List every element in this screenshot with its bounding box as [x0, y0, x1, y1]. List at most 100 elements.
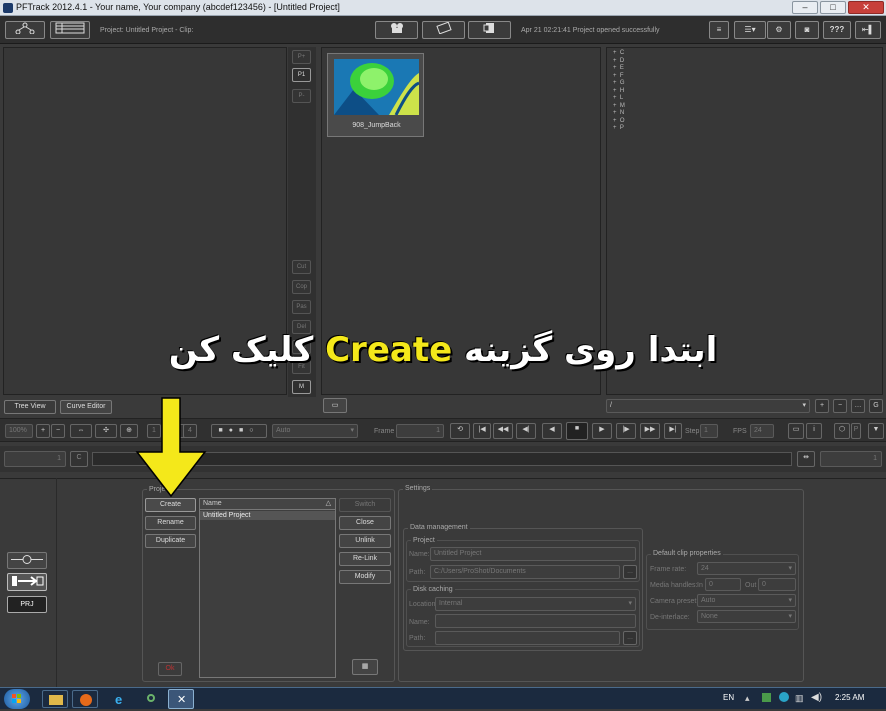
step-back-button[interactable]: ◀| [516, 423, 536, 439]
clock[interactable]: 2:25 AM [835, 693, 864, 702]
timeline-c-button[interactable]: C [70, 451, 88, 467]
rename-button[interactable]: Rename [145, 516, 196, 530]
clip-list-button[interactable] [50, 21, 90, 39]
film-button[interactable] [422, 21, 465, 39]
duplicate-button[interactable]: Duplicate [145, 534, 196, 548]
project-list[interactable]: Name △ Untitled Project [199, 498, 336, 678]
display-button[interactable]: ▭ [788, 423, 804, 439]
list-item[interactable]: + F [613, 73, 625, 81]
persp-button[interactable]: P [851, 423, 861, 439]
camera-preset-dropdown[interactable]: Auto ▾ [697, 594, 796, 607]
taskbar-explorer[interactable] [42, 690, 68, 708]
camera-button[interactable] [375, 21, 418, 39]
zoom-in-button[interactable]: + [36, 424, 50, 438]
tab-curve-editor[interactable]: Curve Editor [60, 400, 112, 414]
timeline-end-field[interactable]: 1 [820, 451, 882, 467]
modify-button[interactable]: Modify [339, 570, 391, 584]
frame-field[interactable]: 1 [396, 424, 444, 438]
project-icon-button[interactable]: PRJ [7, 596, 47, 613]
project-path-field[interactable]: C:/Users/ProShot/Documents [430, 565, 620, 579]
channel-selector[interactable]: ■●■○ [211, 424, 267, 438]
list-item[interactable]: + H [613, 88, 625, 96]
browse-cache-button[interactable]: ... [623, 631, 637, 645]
cache-name-field[interactable] [435, 614, 636, 628]
deinterlace-dropdown[interactable]: None ▾ [697, 610, 796, 623]
volume-icon[interactable]: ◀) [811, 692, 822, 703]
location-dropdown[interactable]: Internal ▾ [435, 597, 636, 611]
list-item[interactable]: + N [613, 110, 625, 118]
info-button[interactable]: i [806, 423, 822, 439]
relink-button[interactable]: Re-Link [339, 552, 391, 566]
start-button[interactable] [4, 689, 30, 709]
project-name-field[interactable]: Untitled Project [430, 547, 636, 561]
list-item[interactable]: + O [613, 118, 625, 126]
path-dropdown[interactable]: / ▾ [606, 399, 810, 413]
cache-path-field[interactable] [435, 631, 620, 645]
stop-button[interactable]: ■ [566, 422, 588, 440]
maximize-button[interactable]: □ [820, 1, 846, 14]
close-project-button[interactable]: Close [339, 516, 391, 530]
taskbar-firefox[interactable] [72, 690, 98, 708]
copy-button[interactable]: Cop [292, 280, 311, 294]
language-indicator[interactable]: EN [723, 693, 734, 702]
fit-view-button[interactable]: ⇔ [70, 424, 92, 438]
create-button[interactable]: Create [145, 498, 196, 512]
list-item[interactable]: + P [613, 125, 625, 133]
tray-app-icon[interactable] [779, 692, 789, 702]
network-icon[interactable]: ▥ [795, 693, 804, 704]
page-add-button[interactable]: P+ [292, 50, 311, 64]
frame-rate-dropdown[interactable]: 24 ▾ [697, 562, 796, 575]
more-button[interactable]: … [851, 399, 865, 413]
list-item[interactable]: + M [613, 103, 625, 111]
rewind-button[interactable]: ◀◀ [493, 423, 513, 439]
close-window-button[interactable]: ✕ [848, 1, 884, 14]
global-button[interactable]: G [869, 399, 883, 413]
unlink-button[interactable]: Unlink [339, 534, 391, 548]
settings-button[interactable]: ⚙ [767, 21, 791, 39]
zoom-field[interactable]: 100% [5, 424, 33, 438]
project-list-header[interactable]: Name △ [200, 499, 335, 510]
minimize-button[interactable]: – [792, 1, 818, 14]
timeline-fit-button[interactable]: ⇹ [797, 451, 815, 467]
taskbar-pftrack[interactable]: ✕ [168, 689, 194, 709]
paste-button[interactable]: Pas [292, 300, 311, 314]
fps-field[interactable]: 24 [750, 424, 774, 438]
cut-button[interactable]: Cut [292, 260, 311, 274]
exit-button[interactable]: ⇤▌ [855, 21, 881, 39]
help-button[interactable]: ??? [823, 21, 851, 39]
mode-dropdown[interactable]: Auto ▾ [272, 424, 358, 438]
loop-button[interactable]: ⟲ [450, 423, 470, 439]
tray-flag-icon[interactable] [762, 693, 771, 702]
menu-button[interactable]: M [292, 380, 311, 394]
taskbar-ie[interactable]: e [108, 690, 134, 708]
page-remove-button[interactable]: P- [292, 89, 311, 103]
add-button[interactable]: + [815, 399, 829, 413]
cube-button[interactable]: ⬡ [834, 423, 850, 439]
collapse-button[interactable]: ▼ [868, 423, 884, 439]
play-button[interactable]: ▶ [592, 423, 612, 439]
step-forward-button[interactable]: |▶ [616, 423, 636, 439]
timeline-start-field[interactable]: 1 [4, 451, 66, 467]
clip-thumbnail-card[interactable]: 908_JumpBack [327, 53, 424, 137]
list-item[interactable]: + C [613, 50, 625, 58]
export-button[interactable] [468, 21, 511, 39]
taskbar-app[interactable] [138, 690, 164, 708]
node-tree-button[interactable] [5, 21, 45, 39]
layout-button[interactable]: ☰▾ [734, 21, 766, 39]
in-field[interactable]: 0 [705, 578, 741, 591]
tray-arrow-icon[interactable]: ▴ [745, 693, 750, 704]
list-item[interactable]: + L [613, 95, 625, 103]
list-item[interactable]: + G [613, 80, 625, 88]
out-field[interactable]: 0 [758, 578, 796, 591]
browse-path-button[interactable]: ... [623, 565, 637, 579]
export-mode-button[interactable] [7, 573, 47, 591]
track-mode-button[interactable] [7, 552, 47, 569]
go-start-button[interactable]: |◀ [473, 423, 491, 439]
switch-button[interactable]: Switch [339, 498, 391, 512]
tab-tree-view[interactable]: Tree View [4, 400, 56, 414]
go-end-button[interactable]: ▶| [664, 423, 682, 439]
zoom-out-button[interactable]: − [51, 424, 65, 438]
remove-button[interactable]: − [833, 399, 847, 413]
step-field[interactable]: 1 [700, 424, 718, 438]
clip-view-button[interactable]: ▭ [323, 398, 347, 413]
